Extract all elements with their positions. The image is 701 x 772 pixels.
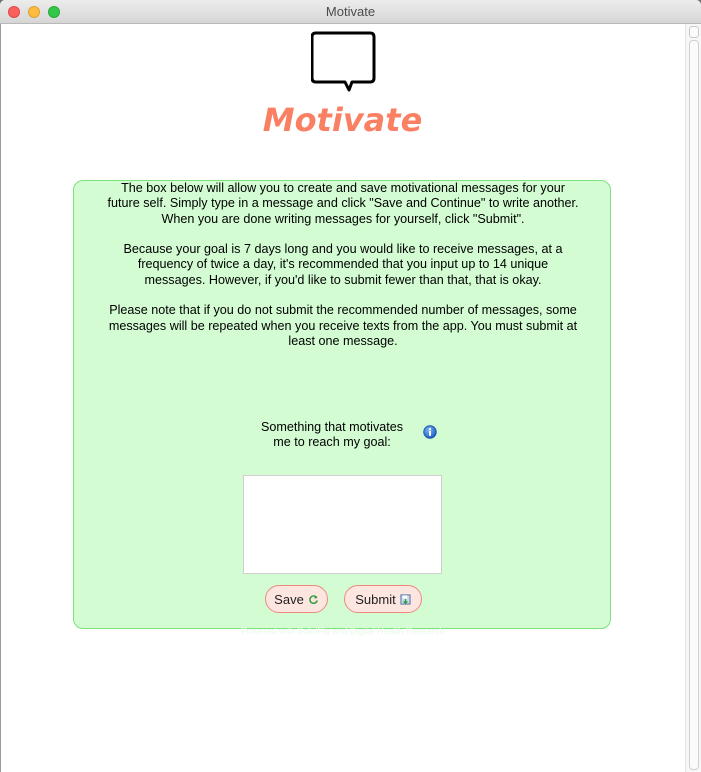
info-icon[interactable] — [423, 425, 437, 439]
save-button-label: Save — [274, 591, 304, 607]
submit-button-label: Submit — [355, 591, 396, 607]
footer-text: Powered with SolidFlo and Digital Health… — [240, 626, 445, 636]
instructions-paragraph: Please note that if you do not submit th… — [108, 303, 578, 348]
window-left-edge — [0, 24, 1, 772]
instructions: The box below will allow you to create a… — [107, 181, 579, 365]
submit-button[interactable]: Submit — [344, 585, 422, 613]
scroll-track[interactable] — [689, 40, 699, 770]
app-window: Motivate Motivate The box below will all… — [0, 0, 701, 772]
speech-bubble-icon — [311, 31, 376, 92]
window-title: Motivate — [325, 4, 376, 19]
vertical-scrollbar[interactable] — [685, 24, 701, 772]
scroll-up-arrow[interactable] — [689, 26, 699, 38]
motivation-message-input[interactable] — [243, 475, 442, 574]
instructions-paragraph: Because your goal is 7 days long and you… — [123, 242, 563, 287]
refresh-icon — [309, 594, 318, 604]
save-button[interactable]: Save — [265, 585, 328, 613]
instructions-paragraph: The box below will allow you to create a… — [107, 181, 579, 226]
title-bar: Motivate — [0, 0, 701, 24]
app-title: Motivate — [262, 101, 423, 139]
message-field-label: Something that motivates me to reach my … — [260, 420, 404, 450]
save-disk-icon — [400, 593, 411, 605]
